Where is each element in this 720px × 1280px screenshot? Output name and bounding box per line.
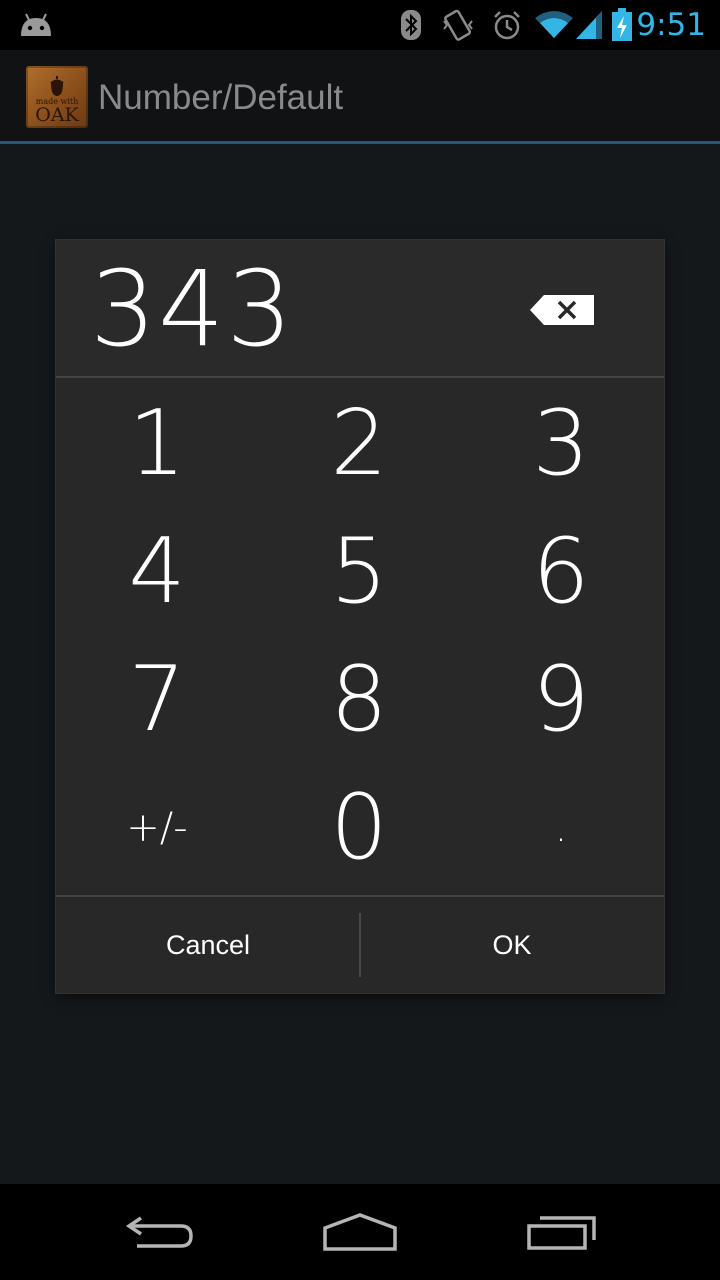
status-bar: 9:51 [0, 0, 720, 50]
key-plus-minus[interactable]: +/- [56, 764, 258, 892]
key-3[interactable]: 3 [460, 380, 662, 508]
key-label: 5 [330, 519, 388, 624]
wifi-icon [534, 0, 574, 50]
battery-charging-icon [610, 0, 634, 50]
key-1[interactable]: 1 [56, 380, 258, 508]
key-2[interactable]: 2 [258, 380, 460, 508]
key-label: 6 [532, 519, 590, 624]
backspace-icon[interactable] [530, 294, 596, 326]
key-label: . [554, 805, 568, 851]
key-label: 4 [128, 519, 186, 624]
keypad: 1 2 3 4 5 6 7 8 9 +/- 0 . [56, 380, 664, 895]
bluetooth-icon [398, 0, 424, 50]
key-label: 0 [330, 775, 388, 880]
action-bar: made with OAK Number/Default [0, 50, 720, 144]
screen: 9:51 made with OAK Number/Default 343 1 … [0, 0, 720, 1280]
logo-wordmark: OAK [35, 104, 79, 126]
back-icon[interactable] [90, 1184, 230, 1280]
key-8[interactable]: 8 [258, 636, 460, 764]
vibrate-icon [440, 0, 476, 50]
key-5[interactable]: 5 [258, 508, 460, 636]
key-0[interactable]: 0 [258, 764, 460, 892]
key-label: +/- [126, 805, 188, 851]
ok-button[interactable]: OK [360, 897, 664, 993]
recents-icon[interactable] [492, 1184, 632, 1280]
android-icon [16, 0, 56, 50]
cancel-button[interactable]: Cancel [56, 897, 360, 993]
key-9[interactable]: 9 [460, 636, 662, 764]
number-display: 343 [56, 240, 664, 378]
key-label: 3 [532, 391, 590, 496]
key-label: 1 [128, 391, 186, 496]
key-decimal[interactable]: . [460, 764, 662, 892]
app-logo[interactable]: made with OAK [26, 66, 88, 128]
dialog-button-bar: Cancel OK [56, 895, 664, 993]
key-label: 9 [532, 647, 590, 752]
key-4[interactable]: 4 [56, 508, 258, 636]
display-value: 343 [90, 248, 295, 370]
key-label: 8 [330, 647, 388, 752]
alarm-icon [490, 0, 524, 50]
signal-icon [574, 0, 604, 50]
navigation-bar [0, 1184, 720, 1280]
key-7[interactable]: 7 [56, 636, 258, 764]
key-label: 2 [330, 391, 388, 496]
key-6[interactable]: 6 [460, 508, 662, 636]
status-time: 9:51 [636, 7, 706, 43]
home-icon[interactable] [290, 1184, 430, 1280]
number-picker-dialog: 343 1 2 3 4 5 6 7 8 9 +/- 0 . Cancel OK [56, 240, 664, 993]
key-label: 7 [128, 647, 186, 752]
page-title: Number/Default [98, 78, 344, 117]
